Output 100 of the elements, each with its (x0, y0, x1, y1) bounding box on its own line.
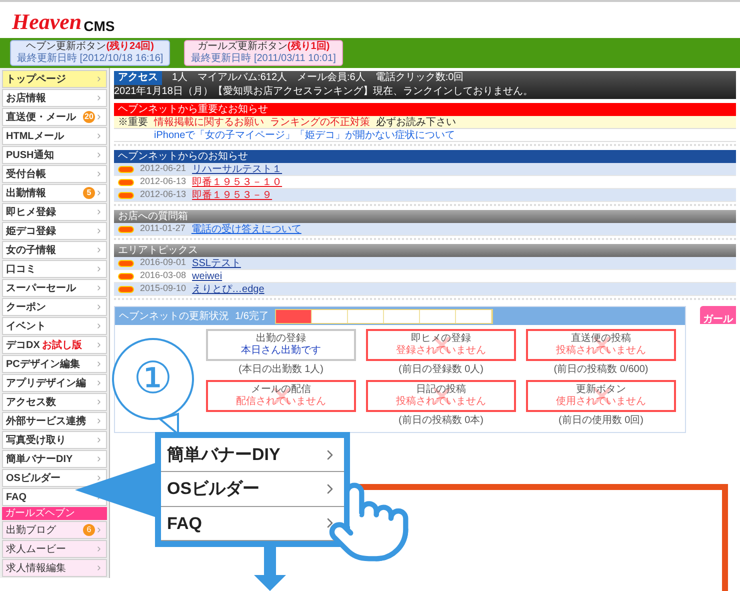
sidebar-item[interactable]: 口コミ (2, 260, 107, 278)
chevron-icon (95, 208, 103, 216)
card-status: 配信されていません (236, 396, 326, 408)
ranking-news: 2021年1月18日（月）【愛知県お店アクセスランキング】現在、ランクインしておりません。 (114, 85, 533, 99)
sidebar-item[interactable]: デコDX お試し版 (2, 336, 107, 354)
card-caption: (前日の使用数 0回) (558, 414, 644, 428)
card-status: 使用されていません (556, 396, 646, 408)
status-card[interactable]: 日記の投稿 投稿されていません (366, 380, 516, 412)
card-caption: (前日の登録数 0人) (398, 363, 484, 377)
post-date: 2011-01-27 (140, 222, 186, 236)
chevron-icon (95, 227, 103, 235)
card-caption: (本日の出勤数 1人) (238, 362, 324, 377)
post-date: 2015-09-10 (140, 282, 186, 296)
post-link[interactable]: えりとぴ…edge (192, 282, 264, 296)
sidebar-item[interactable]: トップページ (2, 70, 107, 88)
chevron-icon (95, 417, 103, 425)
notice-link[interactable]: 必ずお読み下さい (376, 114, 456, 130)
update-button[interactable]: ガールズ更新ボタン(残り1回) 最終更新日時 [2011/03/11 10:01] (184, 40, 343, 66)
section-header: ヘブンネットから重要なお知らせ (114, 103, 736, 116)
post-date: 2012-06-13 (140, 188, 186, 202)
sidebar-item[interactable]: PCデザイン編集 (2, 355, 107, 373)
new-tag-icon (118, 166, 134, 172)
sidebar-item[interactable]: 出勤ブログ 6 (2, 521, 107, 539)
sidebar-item[interactable]: イベント (2, 317, 107, 335)
post-date: 2012-06-13 (140, 175, 186, 188)
chevron-icon (95, 75, 103, 83)
chevron-icon (95, 189, 103, 197)
chevron-icon (95, 341, 103, 349)
panel-title: ガール (702, 314, 733, 324)
sidebar-item[interactable]: 簡単バナーDIY (2, 450, 107, 468)
section-header: ヘブンネットからのお知らせ (114, 150, 736, 163)
sidebar-item[interactable]: 女の子情報 (2, 241, 107, 259)
card-status: 本日さん出勤です (241, 345, 321, 357)
access-stat: 電話クリック数:0回 (375, 71, 464, 85)
count-badge: 5 (83, 187, 95, 199)
access-stat: 1人 (172, 71, 188, 85)
chevron-icon (95, 545, 103, 553)
sidebar-item[interactable]: 求人情報編集 (2, 559, 107, 577)
zoomed-menu-item[interactable]: OSビルダー (161, 472, 344, 507)
sidebar-section-header: ガールズヘブン (2, 507, 107, 520)
chevron-icon (95, 398, 103, 406)
post-link[interactable]: SSLテスト (192, 256, 241, 270)
sidebar-item[interactable]: クーポン (2, 298, 107, 316)
status-card[interactable]: 出勤の登録 本日さん出勤です (206, 329, 356, 361)
new-tag-icon (118, 286, 134, 292)
card-status: 登録されていません (396, 345, 486, 357)
sidebar-item[interactable]: 出勤情報 5 (2, 184, 107, 202)
sidebar-item[interactable]: 外部サービス連携 (2, 412, 107, 430)
sidebar-item[interactable]: 直送便・メール 20 (2, 108, 107, 126)
section-header: エリアトピックス (114, 244, 736, 257)
status-card[interactable]: 即ヒメの登録 登録されていません (366, 329, 516, 361)
chevron-icon (95, 94, 103, 102)
count-badge: 20 (83, 111, 95, 123)
card-caption: (前日の投稿数 0/600) (554, 362, 648, 377)
post-link[interactable]: weiwei (192, 268, 222, 284)
progress-count: 1/6完了 (235, 310, 269, 324)
sidebar-item[interactable]: 即ヒメ登録 (2, 203, 107, 221)
access-stat: マイアルバム:612人 (198, 71, 288, 85)
sidebar-item[interactable]: 受付台帳 (2, 165, 107, 183)
chevron-icon (95, 303, 103, 311)
post-date: 2012-06-21 (140, 162, 186, 176)
notice-link[interactable]: iPhoneで「女の子マイページ」「姫デコ」が開かない症状について (154, 128, 456, 142)
card-caption: (前日の投稿数 0本) (398, 414, 484, 428)
sidebar-item[interactable]: スーパーセール (2, 279, 107, 297)
chevron-icon (95, 379, 103, 387)
access-tag: アクセス (114, 71, 162, 85)
chevron-icon (95, 564, 103, 572)
sidebar-item[interactable]: 求人ムービー (2, 540, 107, 558)
chevron-icon (95, 151, 103, 159)
chevron-icon (95, 132, 103, 140)
status-card[interactable]: 直送便の投稿 投稿されていません (526, 329, 676, 361)
sidebar-item[interactable]: お店情報 (2, 89, 107, 107)
chevron-icon (95, 436, 103, 444)
trial-note: お試し版 (42, 338, 82, 352)
post-link[interactable]: 電話の受け答えについて (191, 222, 302, 236)
post-date: 2016-09-01 (140, 256, 186, 270)
new-tag-icon (118, 260, 134, 266)
sidebar-item[interactable]: 姫デコ登録 (2, 222, 107, 240)
post-link[interactable]: 即番１９５３－９ (192, 188, 272, 202)
sidebar-item[interactable]: HTMLメール (2, 127, 107, 145)
sidebar-item[interactable]: PUSH通知 (2, 146, 107, 164)
logo: Heaven CMS (12, 10, 115, 34)
status-card[interactable]: 更新ボタン 使用されていません (526, 380, 676, 412)
post-link[interactable]: 即番１９５３－１０ (192, 174, 282, 190)
notice-link[interactable]: ランキングの不正対策 (270, 114, 370, 130)
update-button[interactable]: ヘブン更新ボタン(残り24回) 最終更新日時 [2012/10/18 16:16] (10, 40, 170, 66)
status-card[interactable]: メールの配信 配信されていません (206, 380, 356, 412)
post-link[interactable]: リハーサルテスト１ (192, 162, 282, 176)
notice-link[interactable]: 情報掲載に関するお願い (154, 114, 264, 130)
sidebar-item[interactable]: OSビルダー (2, 469, 107, 487)
sidebar-item[interactable]: 写真受け取り (2, 431, 107, 449)
post-date: 2016-03-08 (140, 269, 186, 282)
chevron-icon (95, 246, 103, 254)
chevron-icon (95, 360, 103, 368)
sidebar-item[interactable]: アクセス数 (2, 393, 107, 411)
chevron-icon (95, 322, 103, 330)
zoomed-menu-item[interactable]: 簡単バナーDIY (161, 438, 344, 472)
sidebar-item[interactable]: アプリデザイン編 (2, 374, 107, 392)
chevron-icon (95, 284, 103, 292)
card-status: 投稿されていません (556, 345, 646, 357)
